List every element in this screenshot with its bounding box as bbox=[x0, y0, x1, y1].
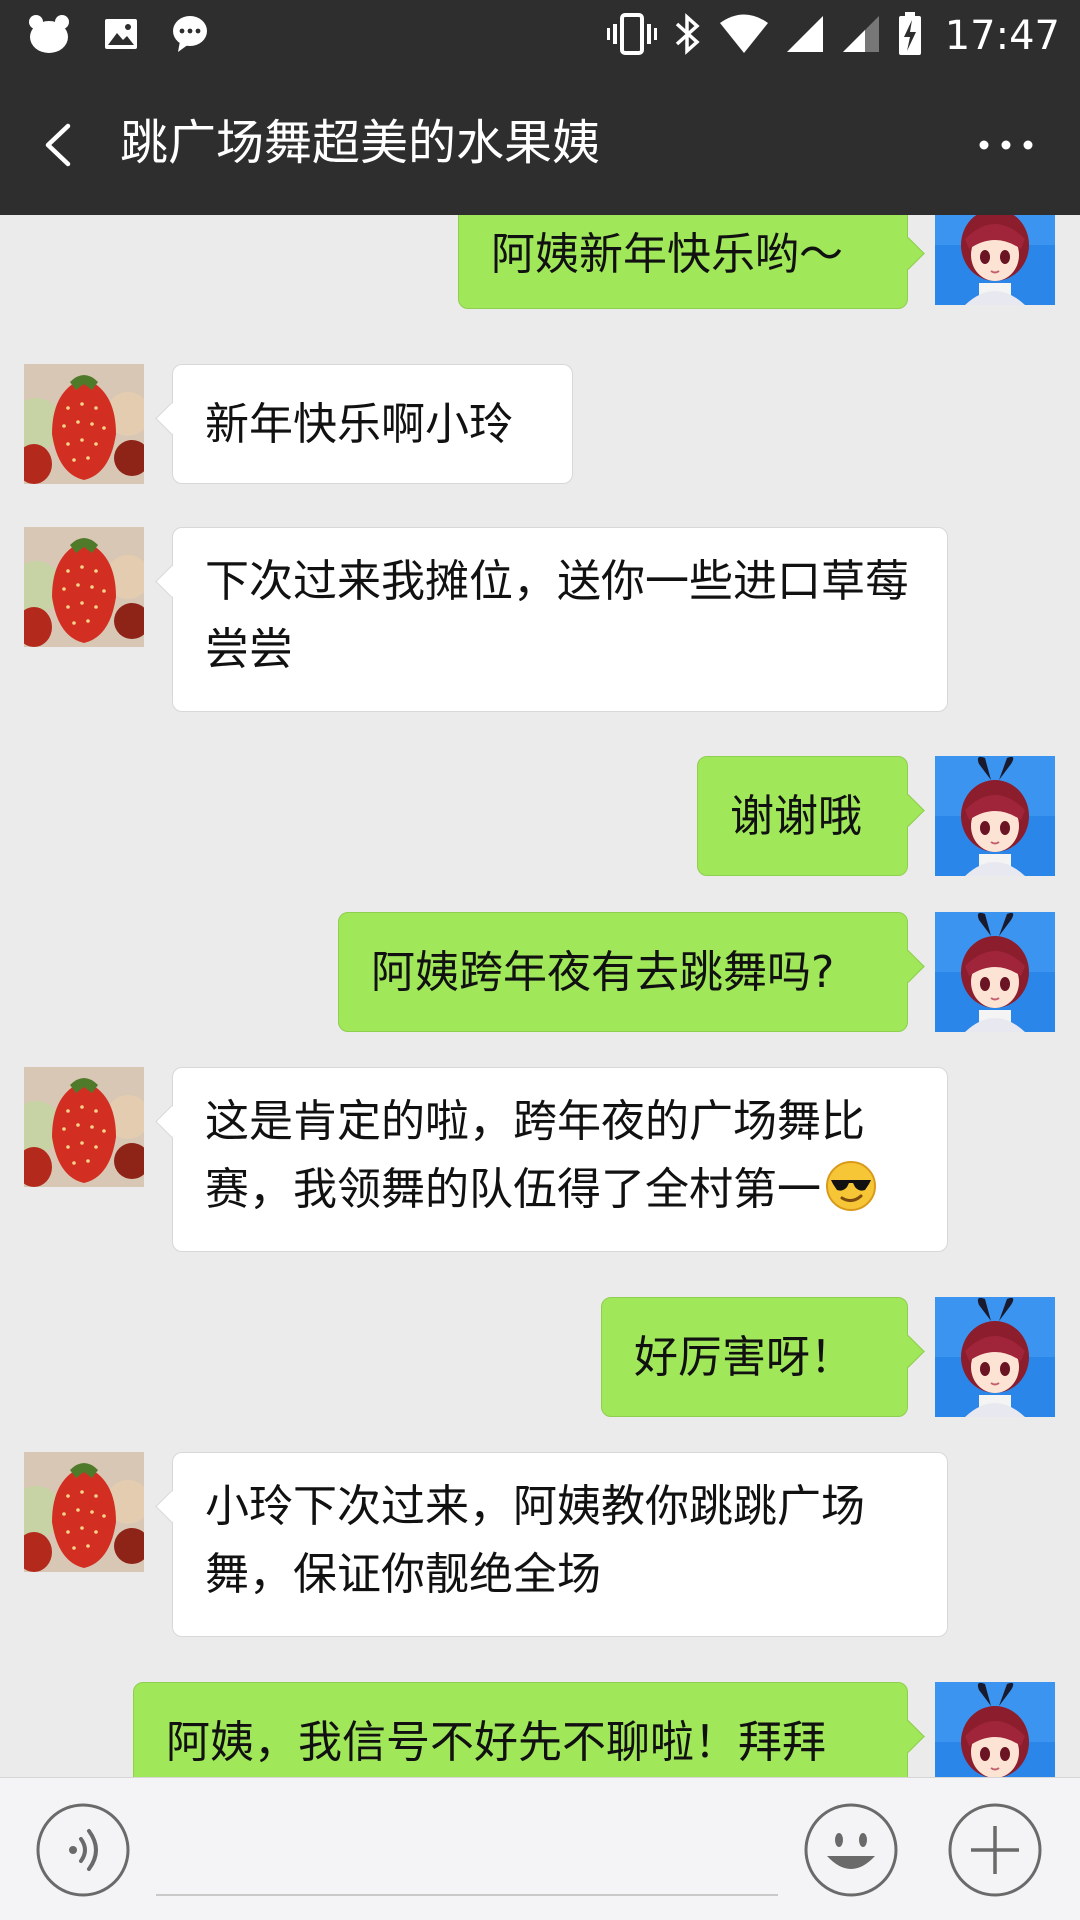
message-icon bbox=[172, 15, 208, 57]
message-text: 阿姨跨年夜有去跳舞吗? bbox=[371, 947, 835, 998]
back-chevron-icon bbox=[45, 123, 71, 167]
message-row: 下次过来我摊位，送你一些进口草莓尝尝 bbox=[0, 527, 1080, 717]
strawberry-avatar[interactable] bbox=[24, 1452, 144, 1572]
chat-screen: 17:47 跳广场舞超美的水果姨 阿姨新年快乐哟～ 新年快乐啊小玲 下次过来我摊… bbox=[0, 0, 1080, 1920]
message-bubble-sent[interactable]: 好厉害呀！ bbox=[601, 1297, 908, 1417]
strawberry-avatar[interactable] bbox=[24, 364, 144, 484]
message-input[interactable] bbox=[156, 1808, 778, 1896]
strawberry-avatar[interactable] bbox=[24, 527, 144, 647]
message-row: 阿姨跨年夜有去跳舞吗? bbox=[0, 912, 1080, 1042]
message-text: 谢谢哦 bbox=[730, 791, 862, 842]
more-dots-icon bbox=[979, 140, 1033, 150]
message-text: 下次过来我摊位，送你一些进口草莓尝尝 bbox=[205, 556, 909, 675]
signal-icon bbox=[841, 14, 881, 58]
message-list[interactable]: 阿姨新年快乐哟～ 新年快乐啊小玲 下次过来我摊位，送你一些进口草莓尝尝 谢谢哦 bbox=[0, 215, 1080, 1777]
more-button[interactable] bbox=[970, 120, 1042, 170]
message-bubble-sent[interactable]: 谢谢哦 bbox=[697, 756, 908, 876]
plus-icon bbox=[948, 1803, 1042, 1897]
status-bar: 17:47 bbox=[0, 0, 1080, 72]
message-bubble-sent[interactable]: 阿姨新年快乐哟～ bbox=[458, 215, 908, 309]
signal-icon bbox=[785, 14, 825, 58]
message-row: 阿姨，我信号不好先不聊啦！拜拜 bbox=[0, 1682, 1080, 1777]
status-time: 17:47 bbox=[944, 13, 1060, 59]
message-bubble-sent[interactable]: 阿姨，我信号不好先不聊啦！拜拜 bbox=[133, 1682, 908, 1777]
anime-girl-avatar[interactable] bbox=[935, 912, 1055, 1032]
anime-girl-avatar[interactable] bbox=[935, 756, 1055, 876]
input-bar bbox=[0, 1777, 1080, 1920]
vibrate-icon bbox=[606, 13, 657, 59]
message-row: 这是肯定的啦，跨年夜的广场舞比赛，我领舞的队伍得了全村第一 bbox=[0, 1067, 1080, 1257]
message-bubble-received[interactable]: 下次过来我摊位，送你一些进口草莓尝尝 bbox=[172, 527, 948, 712]
voice-icon bbox=[36, 1803, 130, 1897]
anime-girl-avatar[interactable] bbox=[935, 1682, 1055, 1777]
message-row: 小玲下次过来，阿姨教你跳跳广场舞，保证你靓绝全场 bbox=[0, 1452, 1080, 1642]
smiley-icon bbox=[804, 1803, 898, 1897]
anime-girl-avatar[interactable] bbox=[935, 215, 1055, 305]
message-row: 阿姨新年快乐哟～ bbox=[0, 215, 1080, 335]
message-bubble-received[interactable]: 新年快乐啊小玲 bbox=[172, 364, 573, 484]
wifi-icon bbox=[719, 14, 769, 58]
voice-button[interactable] bbox=[35, 1802, 131, 1898]
message-text: 阿姨，我信号不好先不聊啦！拜拜 bbox=[166, 1717, 826, 1768]
back-button[interactable] bbox=[34, 110, 90, 180]
message-row: 好厉害呀！ bbox=[0, 1297, 1080, 1427]
anime-girl-avatar[interactable] bbox=[935, 1297, 1055, 1417]
message-row: 新年快乐啊小玲 bbox=[0, 364, 1080, 494]
message-bubble-received[interactable]: 小玲下次过来，阿姨教你跳跳广场舞，保证你靓绝全场 bbox=[172, 1452, 948, 1637]
message-text: 小玲下次过来，阿姨教你跳跳广场舞，保证你靓绝全场 bbox=[205, 1481, 865, 1600]
message-bubble-received[interactable]: 这是肯定的啦，跨年夜的广场舞比赛，我领舞的队伍得了全村第一 bbox=[172, 1067, 948, 1252]
plus-button[interactable] bbox=[947, 1802, 1043, 1898]
strawberry-avatar[interactable] bbox=[24, 1067, 144, 1187]
chat-title: 跳广场舞超美的水果姨 bbox=[120, 115, 601, 171]
chat-header: 跳广场舞超美的水果姨 bbox=[0, 72, 1080, 215]
message-text: 这是肯定的啦，跨年夜的广场舞比赛，我领舞的队伍得了全村第一 bbox=[205, 1096, 865, 1215]
message-row: 谢谢哦 bbox=[0, 756, 1080, 886]
message-text: 好厉害呀！ bbox=[634, 1332, 854, 1383]
message-text: 阿姨新年快乐哟～ bbox=[491, 229, 843, 280]
message-bubble-sent[interactable]: 阿姨跨年夜有去跳舞吗? bbox=[338, 912, 908, 1032]
gallery-icon bbox=[104, 18, 138, 54]
battery-charging-icon bbox=[897, 12, 923, 60]
bluetooth-icon bbox=[673, 13, 703, 59]
bear-app-icon bbox=[28, 14, 70, 58]
sunglasses-emoji-icon bbox=[825, 1160, 877, 1212]
message-text: 新年快乐啊小玲 bbox=[205, 399, 513, 450]
emoji-button[interactable] bbox=[803, 1802, 899, 1898]
